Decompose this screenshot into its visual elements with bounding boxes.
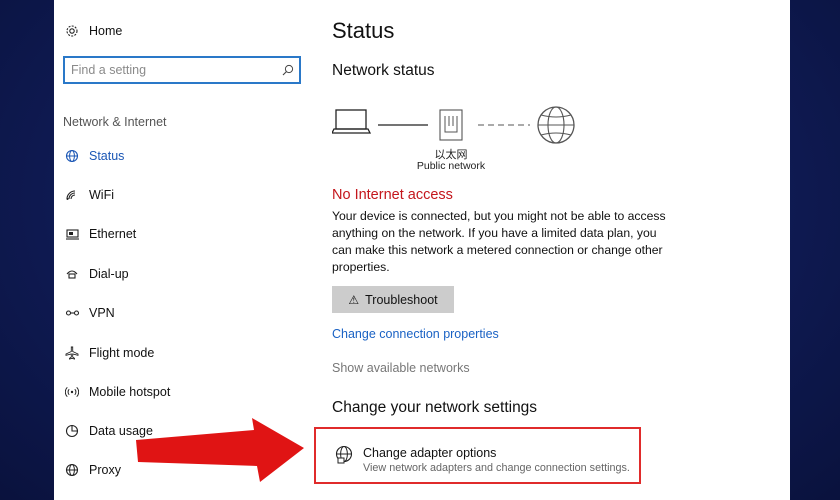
main-content: Status Network status 以太网 Public network…	[314, 0, 772, 500]
change-settings-heading: Change your network settings	[332, 399, 538, 416]
network-type: Public network	[416, 160, 486, 172]
adapter-option-subtitle: View network adapters and change connect…	[363, 462, 630, 474]
troubleshoot-button[interactable]: ⚠ Troubleshoot	[332, 286, 454, 313]
sidebar-item-label: WiFi	[89, 188, 114, 202]
globe-icon	[62, 146, 82, 166]
sidebar-item-wifi[interactable]: WiFi	[54, 178, 314, 212]
search-box[interactable]	[63, 56, 301, 84]
show-available-networks-link[interactable]: Show available networks	[332, 361, 470, 375]
sidebar-item-dialup[interactable]: Dial-up	[54, 257, 314, 291]
ethernet-port-icon	[439, 109, 463, 141]
network-status-heading: Network status	[332, 62, 435, 79]
hotspot-icon	[62, 382, 82, 402]
laptop-icon	[330, 109, 372, 134]
wifi-icon	[62, 185, 82, 205]
internet-globe-icon	[537, 106, 575, 144]
sidebar-item-label: Status	[89, 149, 125, 163]
network-adapter-icon	[334, 445, 356, 467]
change-adapter-options[interactable]: Change adapter options View network adap…	[314, 427, 641, 484]
sidebar-item-status[interactable]: Status	[54, 139, 314, 173]
sidebar-item-home[interactable]: Home	[54, 14, 314, 48]
dialup-icon	[62, 264, 82, 284]
search-input[interactable]	[65, 58, 277, 82]
sidebar-item-mobile-hotspot[interactable]: Mobile hotspot	[54, 375, 314, 409]
vpn-icon	[62, 303, 82, 323]
section-label: Network & Internet	[63, 115, 167, 129]
globe-icon	[62, 460, 82, 480]
change-connection-properties-link[interactable]: Change connection properties	[332, 327, 499, 341]
troubleshoot-label: Troubleshoot	[365, 292, 438, 307]
sidebar-item-label: Home	[89, 24, 123, 38]
warning-icon: ⚠	[348, 292, 360, 307]
annotation-arrow	[136, 418, 304, 482]
network-diagram: 以太网 Public network	[330, 100, 592, 180]
network-diagram-graphic	[330, 106, 575, 144]
sidebar-item-vpn[interactable]: VPN	[54, 296, 314, 330]
search-icon[interactable]	[277, 59, 299, 81]
sidebar-item-label: Proxy	[89, 463, 121, 477]
gear-icon	[62, 21, 82, 41]
arrow-shape	[136, 418, 304, 482]
sidebar-item-label: Dial-up	[89, 267, 129, 281]
airplane-icon	[62, 343, 82, 363]
error-description: Your device is connected, but you might …	[332, 209, 666, 274]
sidebar-item-label: Ethernet	[89, 227, 137, 241]
sidebar-item-label: VPN	[89, 306, 115, 320]
sidebar-item-label: Flight mode	[89, 346, 155, 360]
data-usage-icon	[62, 421, 82, 441]
sidebar-item-label: Mobile hotspot	[89, 385, 171, 399]
page-title: Status	[332, 18, 395, 43]
error-title: No Internet access	[332, 187, 453, 203]
sidebar-item-flight-mode[interactable]: Flight mode	[54, 336, 314, 370]
sidebar-item-ethernet[interactable]: Ethernet	[54, 217, 314, 251]
ethernet-icon	[62, 224, 82, 244]
adapter-option-title: Change adapter options	[363, 446, 497, 460]
